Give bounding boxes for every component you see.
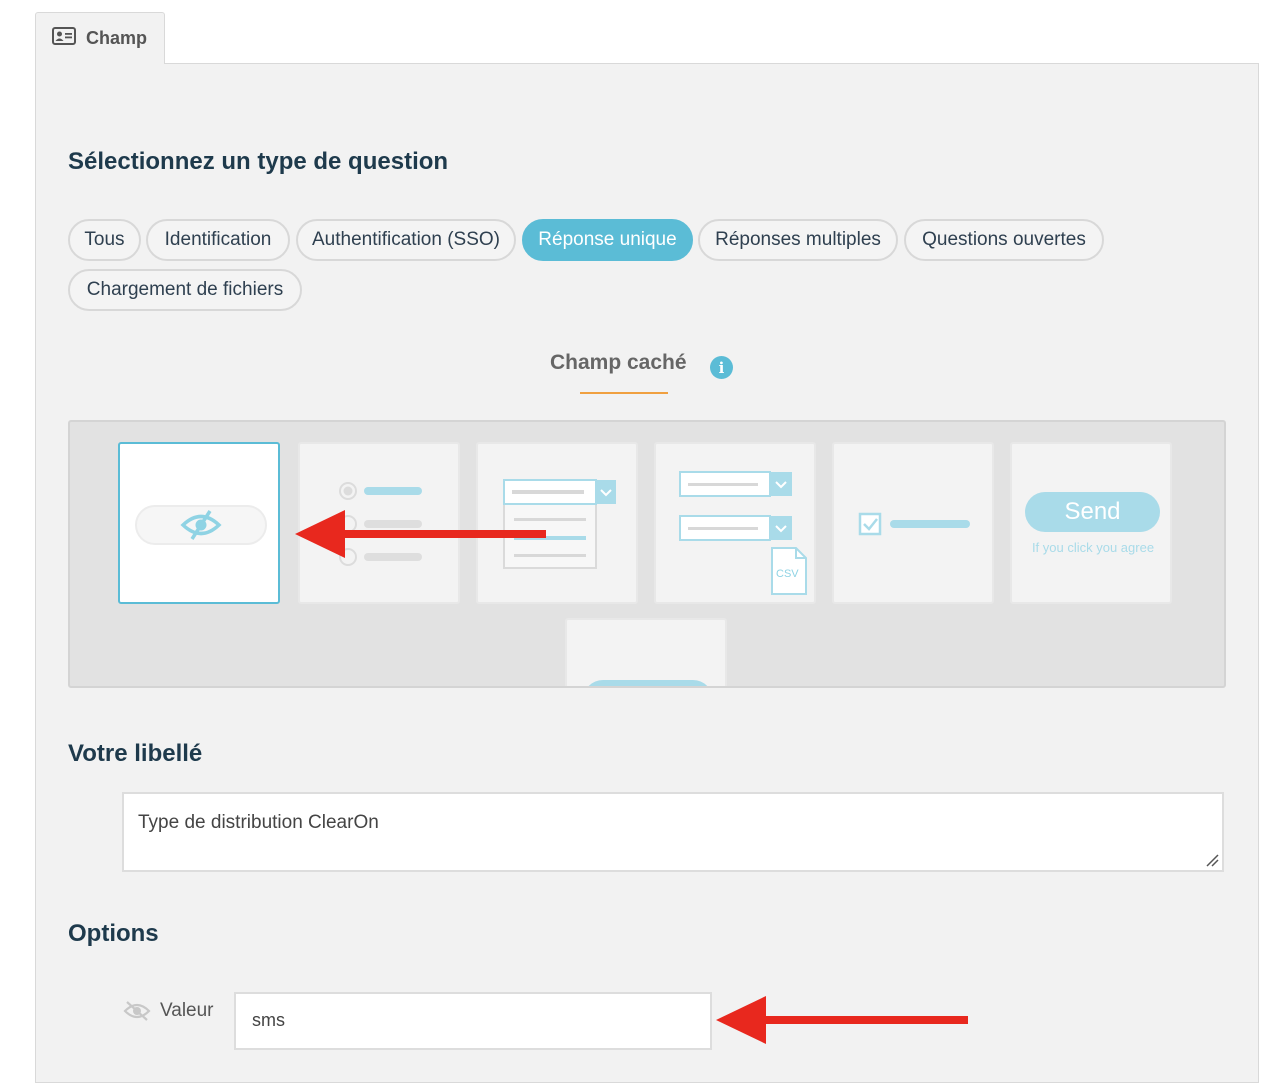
- filter-identification[interactable]: Identification: [146, 219, 290, 261]
- selected-type-underline: [580, 392, 668, 394]
- resize-handle-icon[interactable]: [1205, 853, 1219, 867]
- selected-type-title: Champ caché: [550, 351, 687, 374]
- red-arrow-valeur: [716, 996, 968, 1044]
- valeur-input[interactable]: sms: [234, 992, 712, 1050]
- filter-reponse-unique[interactable]: Réponse unique: [522, 219, 693, 261]
- tab-label: Champ: [86, 28, 148, 48]
- filter-chargement-de-fichiers[interactable]: Chargement de fichiers: [68, 269, 302, 311]
- question-type-heading: Sélectionnez un type de question: [68, 148, 449, 175]
- red-arrow-card: [295, 510, 546, 558]
- filter-reponses-multiples[interactable]: Réponses multiples: [698, 219, 898, 261]
- send-caption: If you click you agree: [1031, 540, 1155, 555]
- valeur-row: Valeur: [122, 1000, 214, 1022]
- eye-slash-icon: [135, 505, 267, 545]
- checkbox-illustration: [858, 512, 970, 536]
- csv-badge: CSV: [776, 568, 799, 580]
- filter-questions-ouvertes[interactable]: Questions ouvertes: [904, 219, 1104, 261]
- valeur-label: Valeur: [160, 1000, 214, 1021]
- options-heading: Options: [68, 920, 159, 947]
- label-textarea[interactable]: Type de distribution ClearOn: [122, 792, 1224, 872]
- tab-champ[interactable]: Champ: [35, 12, 165, 64]
- eye-slash-icon: [123, 1001, 151, 1021]
- button-illustration: [588, 680, 708, 686]
- card-button[interactable]: [565, 618, 727, 686]
- card-checkbox[interactable]: [832, 442, 994, 604]
- send-button-preview: Send: [1025, 492, 1160, 532]
- question-type-gallery: CSV Send If you click you agree: [68, 420, 1226, 688]
- id-card-icon: [52, 27, 76, 50]
- label-textarea-value: Type de distribution ClearOn: [138, 812, 379, 833]
- label-heading: Votre libellé: [68, 740, 203, 767]
- card-send-button[interactable]: Send If you click you agree: [1010, 442, 1172, 604]
- info-icon[interactable]: i: [710, 356, 733, 379]
- filter-tous[interactable]: Tous: [68, 219, 141, 261]
- filter-authentification-sso[interactable]: Authentification (SSO): [296, 219, 516, 261]
- card-hidden-field[interactable]: [118, 442, 280, 604]
- card-dropdown-csv[interactable]: CSV: [654, 442, 816, 604]
- valeur-input-value: sms: [252, 1010, 285, 1030]
- csv-upload-illustration: [679, 471, 807, 595]
